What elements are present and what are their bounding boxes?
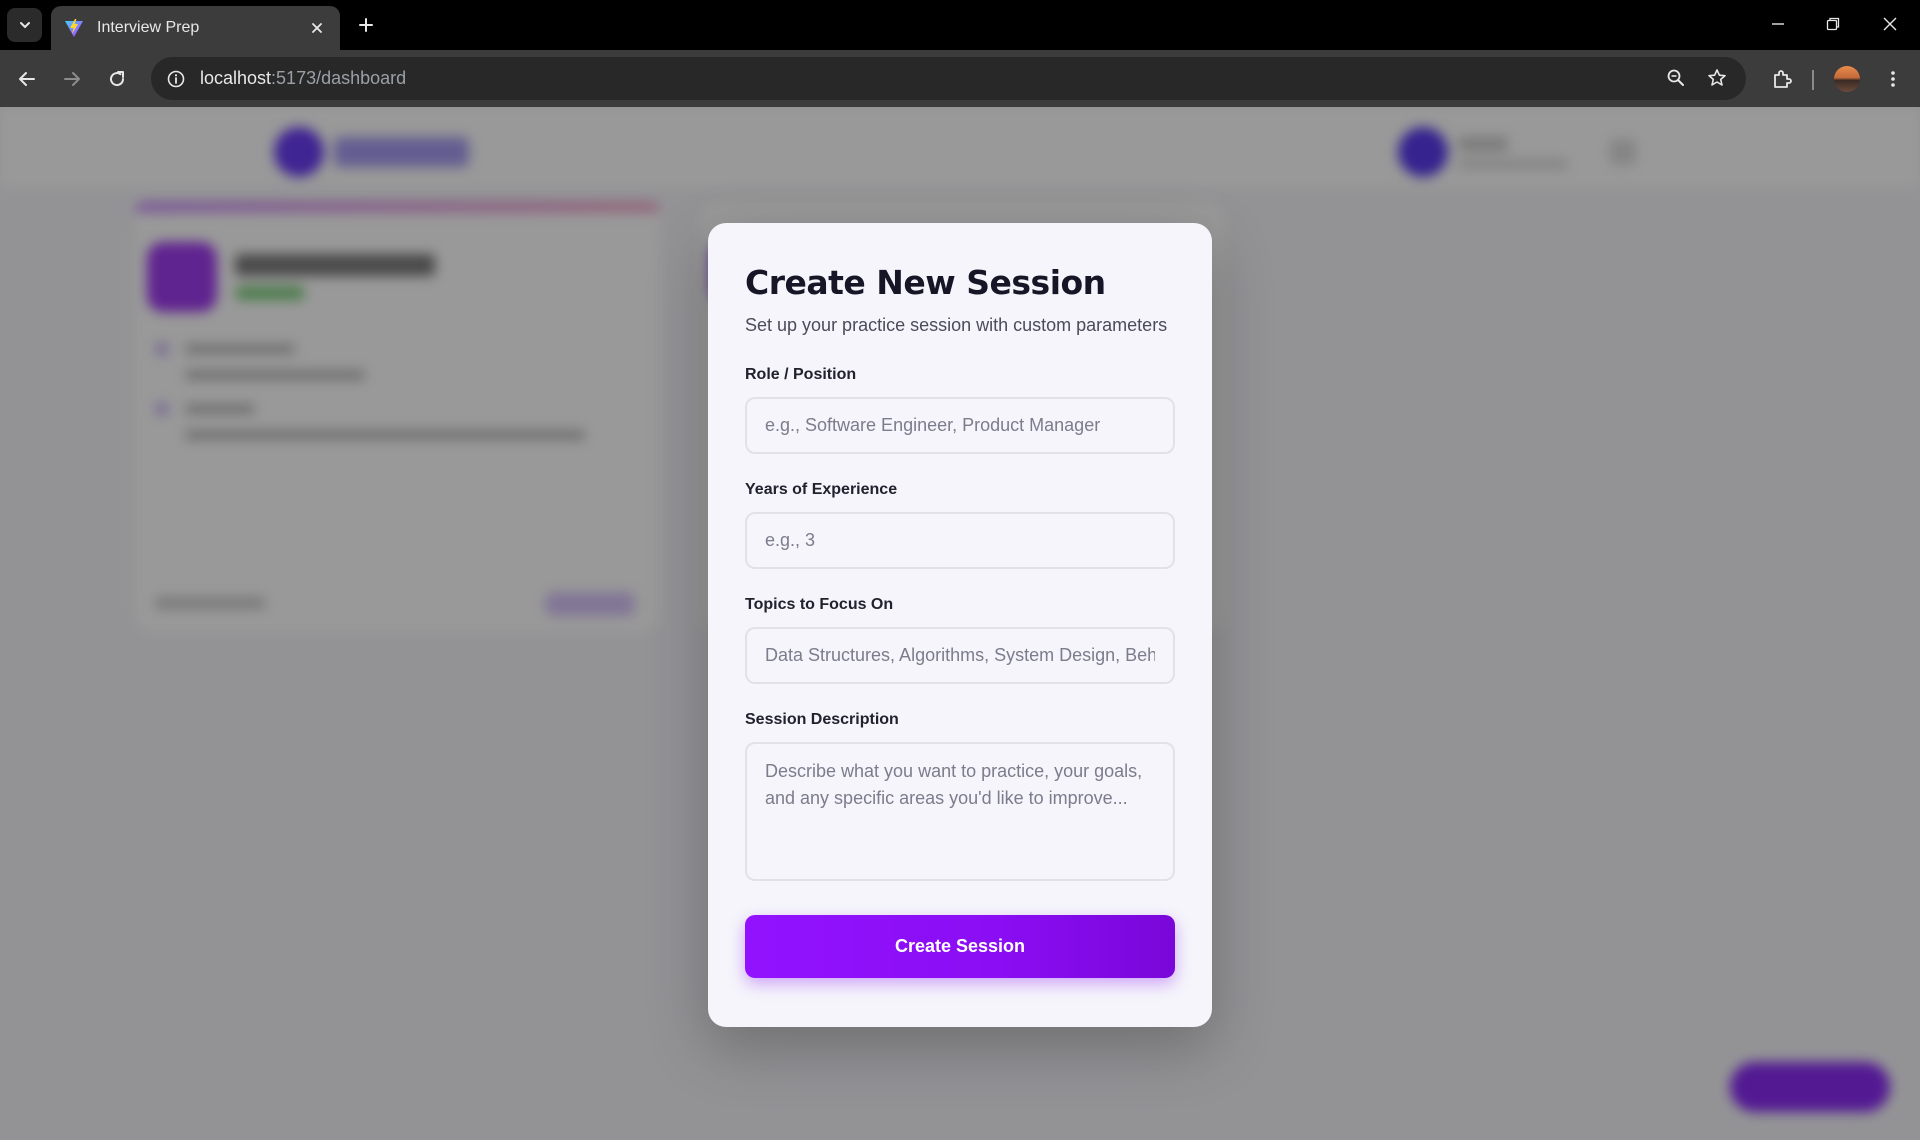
modal-title: Create New Session — [745, 263, 1106, 302]
experience-input[interactable] — [765, 530, 1155, 551]
address-bar[interactable]: localhost:5173/dashboard — [151, 57, 1746, 100]
restore-icon — [1826, 17, 1840, 31]
topics-input-box — [745, 627, 1175, 684]
back-button[interactable] — [12, 64, 42, 94]
description-label: Session Description — [745, 711, 899, 728]
zoom-icon[interactable] — [1661, 63, 1691, 93]
minimize-icon — [1772, 23, 1784, 25]
experience-label: Years of Experience — [745, 481, 898, 498]
experience-input-box — [745, 512, 1175, 569]
arrow-right-icon — [64, 72, 80, 86]
new-tab-button[interactable] — [352, 11, 380, 39]
vite-logo-icon — [63, 17, 85, 39]
reload-button[interactable] — [102, 64, 132, 94]
close-tab-icon[interactable] — [306, 17, 328, 39]
create-session-button[interactable]: Create Session — [745, 915, 1175, 978]
role-label: Role / Position — [745, 366, 857, 383]
chevron-down-icon — [19, 22, 30, 29]
description-textarea[interactable] — [765, 758, 1155, 865]
arrow-left-icon — [19, 72, 35, 86]
tab-title: Interview Prep — [97, 19, 200, 36]
toolbar-separator — [1812, 70, 1814, 90]
url-host: localhost — [200, 68, 272, 88]
topics-label: Topics to Focus On — [745, 596, 894, 613]
plus-icon — [359, 18, 373, 32]
modal-subtitle: Set up your practice session with custom… — [745, 315, 1168, 335]
topics-input[interactable] — [765, 645, 1155, 666]
restore-window-button[interactable] — [1805, 0, 1861, 48]
avatar — [1834, 66, 1860, 92]
description-textarea-box — [745, 742, 1175, 881]
role-input-box — [745, 397, 1175, 454]
experience-field: Years of Experience — [745, 480, 1175, 569]
description-field: Session Description — [745, 710, 1175, 881]
browser-toolbar: localhost:5173/dashboard — [0, 50, 1920, 107]
reload-icon — [110, 71, 125, 87]
browser-menu-icon[interactable] — [1877, 63, 1909, 95]
role-input[interactable] — [765, 415, 1155, 436]
forward-button[interactable] — [57, 64, 87, 94]
role-field: Role / Position — [745, 365, 1175, 454]
site-info-icon[interactable] — [156, 57, 196, 100]
create-session-modal: Create New Session Set up your practice … — [708, 223, 1212, 1027]
page-viewport: Create New Session Set up your practice … — [0, 107, 1920, 1140]
profile-avatar[interactable] — [1831, 63, 1863, 95]
topics-field: Topics to Focus On — [745, 595, 1175, 684]
url-path: :5173/dashboard — [271, 68, 407, 88]
extensions-icon[interactable] — [1766, 63, 1798, 95]
close-window-button[interactable] — [1862, 0, 1918, 48]
minimize-window-button[interactable] — [1750, 0, 1806, 48]
tab-search-button[interactable] — [7, 8, 42, 42]
bookmark-star-icon[interactable] — [1702, 63, 1732, 93]
url-text: localhost:5173/dashboard — [200, 68, 406, 89]
browser-tab[interactable]: Interview Prep — [51, 6, 340, 50]
browser-tabstrip: Interview Prep — [0, 0, 1920, 50]
close-icon — [1883, 17, 1897, 31]
